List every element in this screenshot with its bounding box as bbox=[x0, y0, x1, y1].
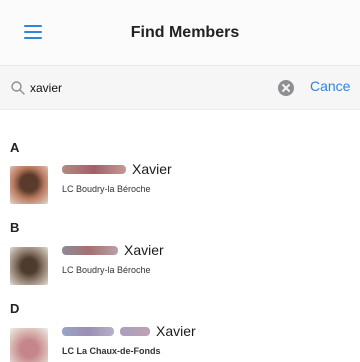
navigation-bar: Find Members bbox=[0, 0, 360, 66]
section-header-b: B bbox=[10, 220, 20, 235]
member-name: Xavier bbox=[124, 242, 164, 258]
search-icon bbox=[11, 81, 25, 95]
search-bar: Cance bbox=[0, 66, 360, 110]
blurred-first-name bbox=[62, 164, 126, 174]
avatar bbox=[10, 247, 48, 285]
search-input[interactable] bbox=[30, 78, 150, 98]
member-row[interactable]: Xavier LC La Chaux-de-Fonds bbox=[0, 322, 360, 362]
member-row[interactable]: Xavier LC Boudry-la Béroche bbox=[0, 160, 360, 210]
blurred-middle-name bbox=[120, 326, 150, 336]
member-club: LC La Chaux-de-Fonds bbox=[62, 346, 161, 356]
blurred-first-name bbox=[62, 245, 118, 255]
member-row[interactable]: Xavier LC Boudry-la Béroche bbox=[0, 241, 360, 291]
member-name: Xavier bbox=[156, 323, 196, 339]
member-name: Xavier bbox=[132, 161, 172, 177]
avatar bbox=[10, 328, 48, 362]
page-title: Find Members bbox=[130, 24, 240, 41]
section-header-d: D bbox=[10, 301, 20, 316]
cancel-button[interactable]: Cance bbox=[310, 78, 350, 94]
search-field[interactable] bbox=[10, 74, 296, 102]
clear-search-icon[interactable] bbox=[278, 80, 294, 96]
blurred-first-name bbox=[62, 326, 114, 336]
avatar bbox=[10, 166, 48, 204]
member-club: LC Boudry-la Béroche bbox=[62, 184, 151, 194]
member-club: LC Boudry-la Béroche bbox=[62, 265, 151, 275]
section-header-a: A bbox=[10, 140, 20, 155]
